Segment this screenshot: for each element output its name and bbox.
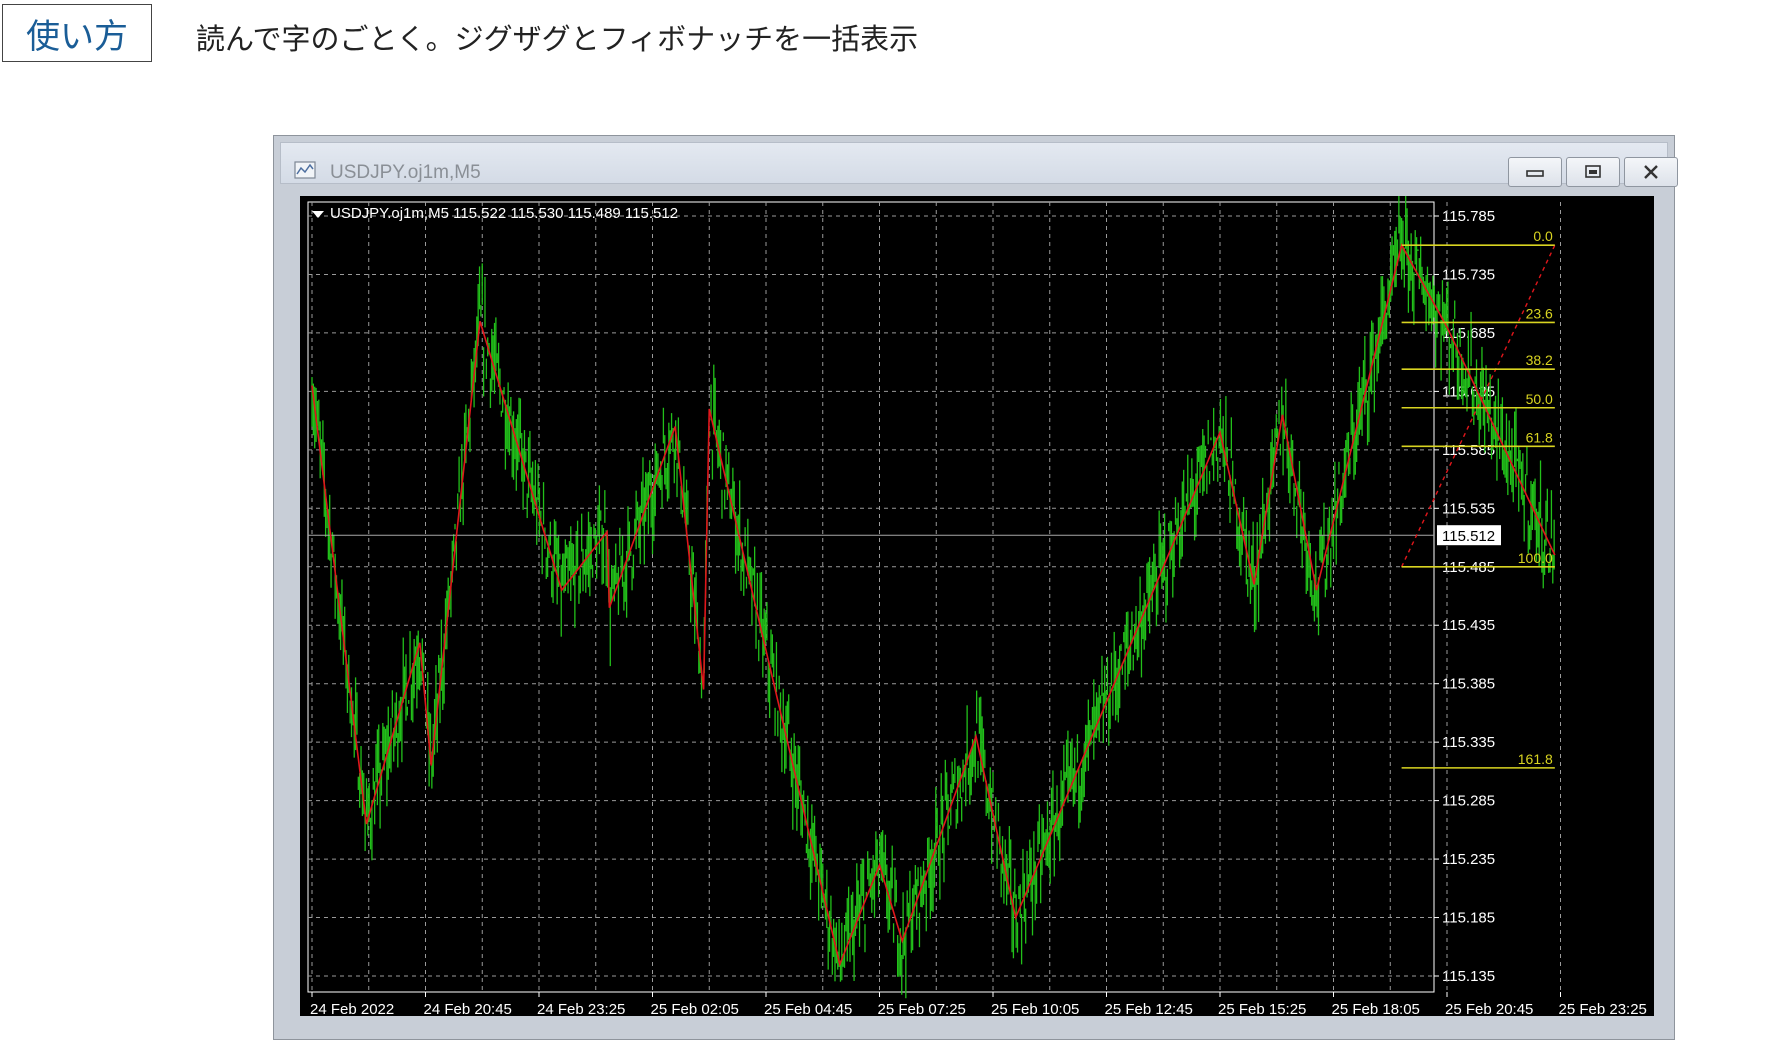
fibo-level-label: 38.2: [1526, 352, 1553, 368]
price-bars: [311, 189, 1555, 999]
y-tick-label: 115.535: [1442, 500, 1495, 517]
usage-description: 読んで字のごとく。ジグザグとフィボナッチを一括表示: [196, 22, 919, 56]
usage-tab: 使い方: [2, 4, 152, 62]
collapse-triangle-icon: [312, 211, 324, 218]
maximize-button[interactable]: [1566, 157, 1620, 187]
x-tick-label: 24 Feb 23:25: [537, 1001, 625, 1016]
restore-icon: [1585, 165, 1601, 178]
x-tick-label: 25 Feb 10:05: [991, 1001, 1079, 1016]
y-tick-label: 115.335: [1442, 734, 1495, 751]
y-tick-label: 115.285: [1442, 793, 1495, 810]
window-title: USDJPY.oj1m,M5: [330, 162, 481, 183]
fibo-level-label: 61.8: [1526, 429, 1553, 445]
x-tick-label: 25 Feb 20:45: [1445, 1001, 1533, 1016]
chart-window-icon: [294, 161, 316, 179]
x-tick-label: 25 Feb 12:45: [1105, 1001, 1193, 1016]
y-tick-label: 115.185: [1442, 910, 1495, 927]
x-tick-label: 25 Feb 23:25: [1559, 1001, 1647, 1016]
chart-info-line: USDJPY.oj1m,M5 115.522 115.530 115.489 1…: [330, 205, 678, 222]
x-tick-label: 25 Feb 15:25: [1218, 1001, 1306, 1016]
y-tick-label: 115.435: [1442, 617, 1495, 634]
x-tick-label: 25 Feb 02:05: [651, 1001, 739, 1016]
y-tick-label: 115.735: [1442, 266, 1495, 283]
window-titlebar[interactable]: [280, 142, 1668, 184]
x-tick-label: 25 Feb 18:05: [1332, 1001, 1420, 1016]
close-button[interactable]: [1624, 157, 1678, 187]
current-price-label: 115.512: [1442, 528, 1495, 545]
x-tick-label: 24 Feb 2022: [310, 1001, 394, 1016]
y-tick-label: 115.135: [1442, 968, 1495, 985]
price-chart[interactable]: 115.785 115.735 115.685 115.635 115.585 115.5…: [300, 189, 1654, 1018]
fibo-level-label: 100.0: [1518, 550, 1553, 566]
fibo-level-label: 23.6: [1526, 305, 1553, 321]
y-tick-label: 115.235: [1442, 851, 1495, 868]
x-tick-label: 25 Feb 04:45: [764, 1001, 852, 1016]
chart-svg[interactable]: 115.785115.735115.685115.635115.585115.5…: [300, 189, 1654, 1018]
y-tick-label: 115.385: [1442, 676, 1495, 693]
x-tick-label: 25 Feb 07:25: [878, 1001, 966, 1016]
y-tick-label: 115.585: [1442, 442, 1495, 459]
fibo-level-label: 0.0: [1533, 228, 1553, 244]
x-tick-label: 24 Feb 20:45: [424, 1001, 512, 1016]
chart-window[interactable]: USDJPY.oj1m,M5 115.785 115.735 115.685 115.…: [273, 135, 1678, 1040]
minimize-button[interactable]: [1508, 157, 1562, 187]
y-tick-label: 115.785: [1442, 208, 1495, 225]
minimize-icon: [1526, 170, 1544, 177]
fibo-level-label: 50.0: [1526, 391, 1553, 407]
fibo-level-label: 161.8: [1518, 751, 1553, 767]
close-icon: [1644, 165, 1658, 179]
